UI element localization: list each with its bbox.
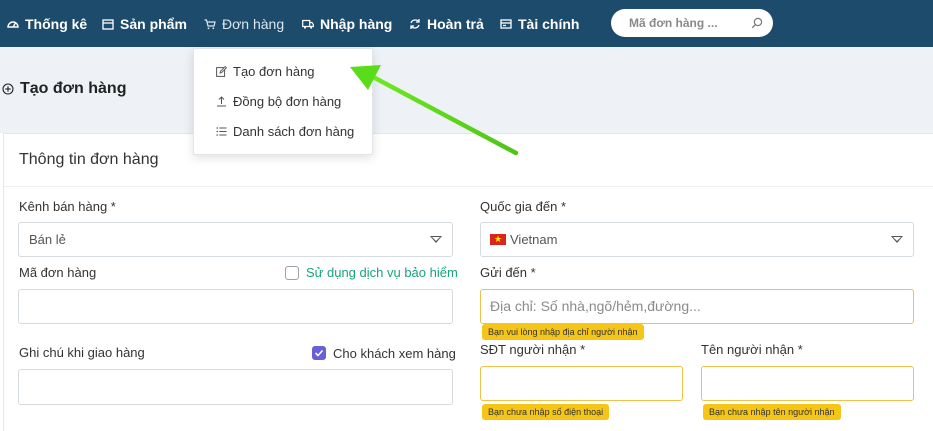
- search-placeholder: Mã đơn hàng ...: [629, 16, 718, 30]
- nav-label: Sản phẩm: [120, 15, 187, 32]
- upload-icon: [216, 96, 227, 107]
- wallet-icon: [500, 18, 512, 30]
- name-error-badge: Bạn chưa nhập tên người nhận: [703, 404, 841, 420]
- nav-item-import[interactable]: Nhập hàng: [302, 0, 392, 47]
- dashboard-icon: [7, 18, 19, 30]
- refresh-icon: [409, 18, 421, 30]
- page-title: Tạo đơn hàng: [2, 80, 126, 98]
- nav-label: Hoàn trả: [427, 15, 484, 32]
- card-title: Thông tin đơn hàng: [19, 151, 159, 168]
- plus-circle-icon: [2, 83, 14, 95]
- orders-dropdown-menu: Tạo đơn hàng Đồng bộ đơn hàng Danh sách …: [193, 48, 373, 155]
- recipient-name-label: Tên người nhận *: [701, 342, 803, 357]
- order-code-input[interactable]: [18, 289, 453, 324]
- country-select[interactable]: ★ Vietnam: [480, 222, 914, 257]
- nav-item-statistics[interactable]: Thống kê: [7, 0, 87, 47]
- chevron-down-icon: [891, 236, 903, 243]
- country-label: Quốc gia đến *: [480, 199, 567, 214]
- chevron-down-icon: [430, 236, 442, 243]
- nav-item-returns[interactable]: Hoàn trả: [409, 0, 484, 47]
- channel-label: Kênh bán hàng *: [19, 199, 116, 214]
- search-icon[interactable]: [751, 17, 763, 29]
- checkmark-icon: [314, 349, 324, 357]
- delivery-note-input[interactable]: [18, 369, 453, 405]
- menu-item-sync-orders[interactable]: Đồng bộ đơn hàng: [216, 94, 341, 109]
- nav-label: Tài chính: [518, 15, 580, 32]
- page-title-text: Tạo đơn hàng: [20, 80, 127, 97]
- nav-item-orders[interactable]: Đơn hàng: [204, 0, 284, 47]
- nav-label: Nhập hàng: [320, 15, 393, 32]
- top-nav: Thống kê Sản phẩm Đơn hàng Nhập hàng Hoà…: [0, 0, 933, 47]
- channel-select[interactable]: Bán lẻ: [18, 222, 453, 257]
- address-placeholder: Địa chỉ: Số nhà,ngõ/hẻm,đường...: [490, 298, 701, 314]
- delivery-note-label: Ghi chú khi giao hàng: [19, 345, 145, 360]
- order-search-input[interactable]: Mã đơn hàng ...: [611, 9, 773, 37]
- truck-icon: [302, 18, 314, 30]
- channel-value: Bán lẻ: [29, 232, 66, 247]
- insurance-label[interactable]: Sử dụng dịch vụ bảo hiểm: [306, 265, 458, 280]
- nav-label: Đơn hàng: [222, 15, 285, 32]
- nav-item-finance[interactable]: Tài chính: [500, 0, 579, 47]
- address-input[interactable]: Địa chỉ: Số nhà,ngõ/hẻm,đường...: [480, 289, 914, 324]
- phone-error-badge: Bạn chưa nhập số điện thoại: [482, 404, 610, 420]
- cart-icon: [204, 18, 216, 30]
- menu-item-label: Tạo đơn hàng: [233, 64, 315, 79]
- address-error-badge: Bạn vui lòng nhập địa chỉ người nhận: [482, 324, 644, 340]
- menu-item-label: Đồng bộ đơn hàng: [233, 94, 342, 109]
- recipient-name-input[interactable]: [701, 366, 914, 401]
- insurance-checkbox[interactable]: [285, 266, 299, 280]
- menu-item-order-list[interactable]: Danh sách đơn hàng: [216, 124, 354, 139]
- card-divider: [4, 186, 933, 187]
- menu-item-label: Danh sách đơn hàng: [233, 124, 355, 139]
- nav-label: Thống kê: [25, 15, 88, 32]
- menu-item-create-order[interactable]: Tạo đơn hàng: [216, 64, 315, 79]
- country-value: Vietnam: [510, 232, 558, 247]
- box-icon: [102, 18, 114, 30]
- vietnam-flag-icon: ★: [490, 234, 506, 245]
- edit-icon: [216, 66, 227, 77]
- list-icon: [216, 126, 227, 137]
- nav-item-products[interactable]: Sản phẩm: [102, 0, 187, 47]
- page-header-band: [0, 47, 933, 133]
- show-customer-checkbox[interactable]: [312, 346, 326, 360]
- phone-input[interactable]: [480, 366, 683, 401]
- address-label: Gửi đến *: [480, 265, 536, 280]
- show-customer-label[interactable]: Cho khách xem hàng: [333, 346, 456, 361]
- phone-label: SĐT người nhận *: [480, 342, 586, 357]
- order-code-label: Mã đơn hàng: [19, 265, 97, 280]
